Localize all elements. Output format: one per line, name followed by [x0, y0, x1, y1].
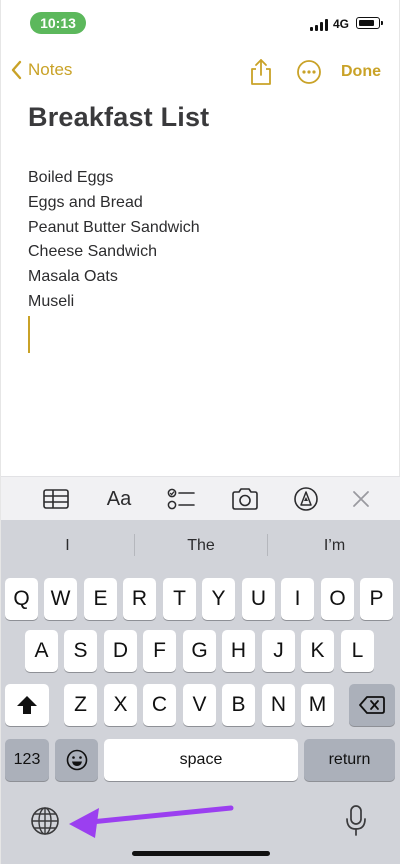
key[interactable]: I: [281, 578, 314, 620]
key[interactable]: G: [183, 630, 216, 672]
key[interactable]: W: [44, 578, 77, 620]
delete-backward-icon: [359, 696, 385, 714]
back-button[interactable]: Notes: [11, 60, 72, 80]
key[interactable]: D: [104, 630, 137, 672]
key[interactable]: F: [143, 630, 176, 672]
text-style-button[interactable]: Aa: [103, 485, 135, 513]
microphone-icon: [346, 805, 366, 836]
key[interactable]: V: [183, 684, 216, 726]
done-button[interactable]: Done: [341, 63, 381, 81]
key[interactable]: X: [104, 684, 137, 726]
note-line[interactable]: Museli: [28, 290, 200, 315]
close-icon: [353, 491, 369, 507]
key[interactable]: S: [64, 630, 97, 672]
signal-icon: [310, 19, 330, 31]
key[interactable]: C: [143, 684, 176, 726]
close-toolbar-button[interactable]: [349, 485, 373, 513]
key[interactable]: Y: [202, 578, 235, 620]
key[interactable]: B: [222, 684, 255, 726]
delete-key[interactable]: [349, 684, 395, 726]
battery-icon: [356, 17, 383, 29]
home-indicator[interactable]: [132, 851, 270, 856]
chevron-left-icon: [11, 60, 22, 80]
share-button[interactable]: [248, 58, 274, 86]
text-cursor: [28, 316, 30, 353]
shift-key[interactable]: [5, 684, 49, 726]
note-line[interactable]: Peanut Butter Sandwich: [28, 216, 200, 241]
numbers-key[interactable]: 123: [5, 739, 49, 781]
note-title[interactable]: Breakfast List: [28, 102, 209, 133]
key[interactable]: N: [262, 684, 295, 726]
phone-screen: 10:13 4G Notes Done Breakfast List Boile…: [0, 0, 400, 864]
key[interactable]: L: [341, 630, 374, 672]
table-button[interactable]: [41, 485, 71, 513]
key[interactable]: T: [163, 578, 196, 620]
prediction-item[interactable]: The: [135, 520, 267, 570]
key[interactable]: E: [84, 578, 117, 620]
checklist-button[interactable]: [166, 485, 196, 513]
note-line[interactable]: Eggs and Bread: [28, 191, 200, 216]
camera-button[interactable]: [229, 485, 261, 513]
key[interactable]: Z: [64, 684, 97, 726]
back-label: Notes: [28, 60, 73, 79]
key[interactable]: P: [360, 578, 393, 620]
return-key[interactable]: return: [304, 739, 395, 781]
emoji-key[interactable]: [55, 739, 98, 781]
dictation-button[interactable]: [344, 804, 368, 838]
emoji-icon: [66, 749, 87, 771]
network-type: 4G: [333, 17, 350, 31]
key[interactable]: J: [262, 630, 295, 672]
prediction-item[interactable]: I: [1, 520, 134, 570]
camera-icon: [232, 488, 258, 510]
status-time: 10:13: [30, 12, 86, 34]
key[interactable]: K: [301, 630, 334, 672]
predictive-bar: I The I’m: [1, 520, 400, 570]
markup-button[interactable]: [291, 485, 321, 513]
key[interactable]: Q: [5, 578, 38, 620]
markup-pen-icon: [294, 487, 318, 511]
ellipsis-circle-icon: [297, 60, 321, 84]
table-icon: [43, 489, 69, 509]
prediction-item[interactable]: I’m: [268, 520, 400, 570]
status-bar: 10:13 4G: [1, 0, 400, 44]
note-body[interactable]: Boiled Eggs Eggs and Bread Peanut Butter…: [28, 166, 200, 315]
key[interactable]: R: [123, 578, 156, 620]
checklist-icon: [167, 488, 195, 510]
key[interactable]: H: [222, 630, 255, 672]
key[interactable]: O: [321, 578, 354, 620]
space-key[interactable]: space: [104, 739, 298, 781]
key[interactable]: U: [242, 578, 275, 620]
share-icon: [251, 59, 271, 85]
note-line[interactable]: Masala Oats: [28, 265, 200, 290]
more-button[interactable]: [296, 59, 322, 85]
globe-icon: [31, 807, 59, 835]
format-toolbar: Aa: [1, 476, 400, 520]
annotation-arrow-icon: [69, 805, 234, 838]
shift-icon: [17, 696, 37, 714]
note-line[interactable]: Boiled Eggs: [28, 166, 200, 191]
note-line[interactable]: Cheese Sandwich: [28, 240, 200, 265]
key[interactable]: M: [301, 684, 334, 726]
nav-bar: Notes Done: [1, 50, 400, 94]
key[interactable]: A: [25, 630, 58, 672]
globe-button[interactable]: [30, 806, 62, 838]
